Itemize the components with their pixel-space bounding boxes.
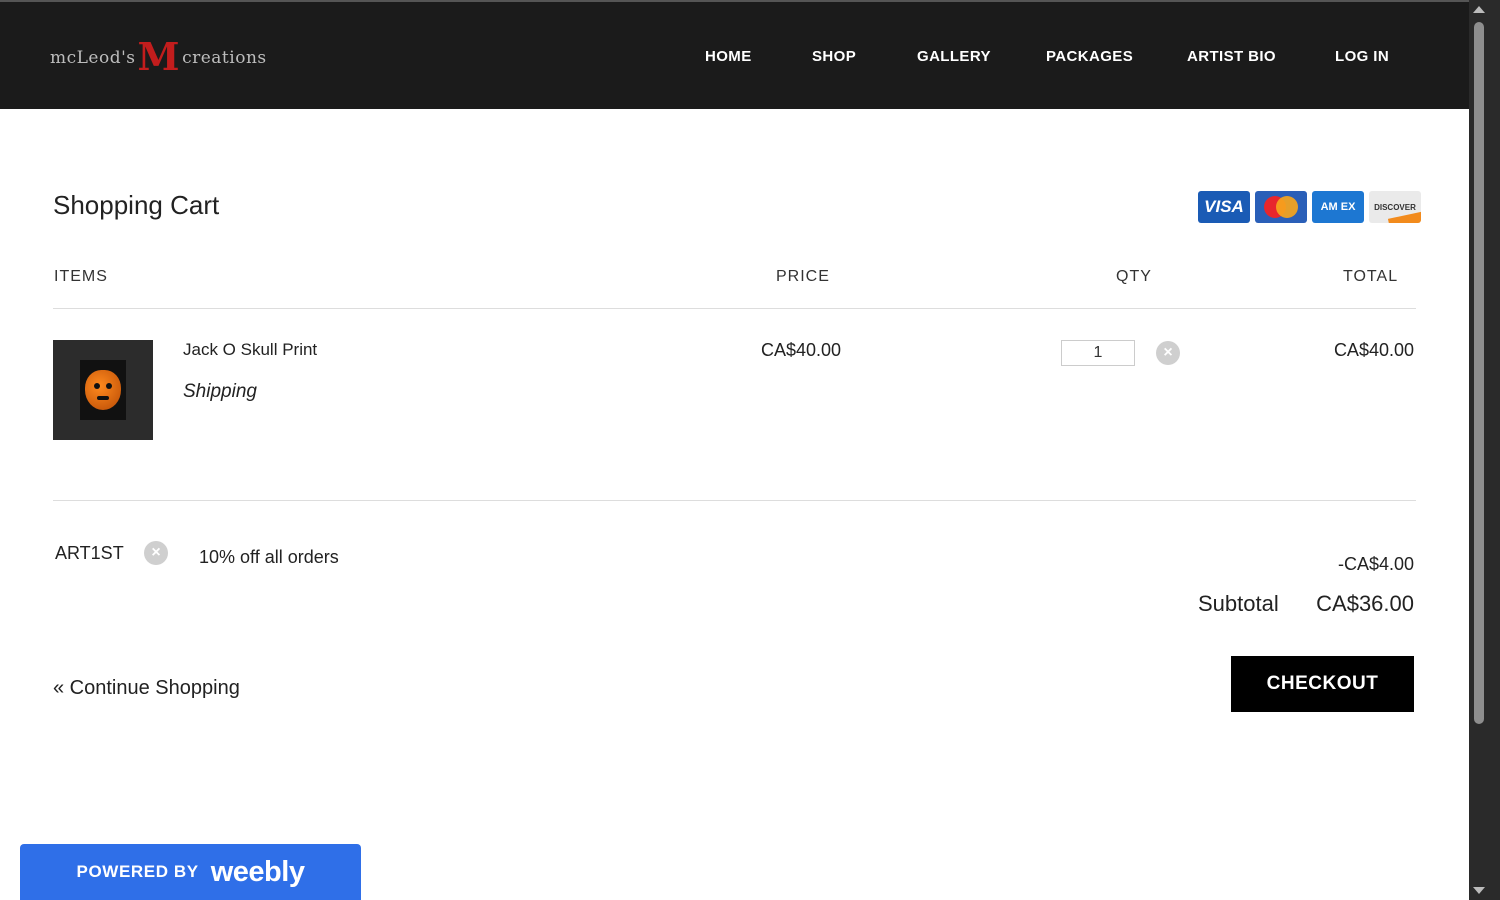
product-name[interactable]: Jack O Skull Print <box>183 340 317 360</box>
nav-log-in[interactable]: LOG IN <box>1335 48 1389 65</box>
payment-cards: VISA AM EX DISCOVER <box>1198 191 1421 223</box>
subtotal-value: CA$36.00 <box>1316 591 1414 616</box>
amex-label: AM EX <box>1320 201 1356 213</box>
coupon-code: ART1ST <box>55 543 124 563</box>
nav-artist-bio[interactable]: ARTIST BIO <box>1187 48 1276 65</box>
checkout-button[interactable]: CHECKOUT <box>1231 656 1414 712</box>
powered-by-label: POWERED BY <box>76 862 199 881</box>
mastercard-card-icon <box>1255 191 1307 223</box>
nav-packages[interactable]: PACKAGES <box>1046 48 1133 65</box>
scrollbar-thumb[interactable] <box>1474 22 1484 724</box>
scroll-down-arrow-icon[interactable] <box>1473 887 1485 894</box>
column-header-qty: QTY <box>1116 268 1152 285</box>
column-header-items: ITEMS <box>54 268 108 285</box>
column-header-price: PRICE <box>776 268 830 285</box>
discount-amount: -CA$4.00 <box>1337 554 1414 574</box>
nav-shop[interactable]: SHOP <box>812 48 856 65</box>
visa-card-icon: VISA <box>1198 191 1250 223</box>
column-header-total: TOTAL <box>1343 268 1399 285</box>
site-logo[interactable]: mcLeod's M creations <box>50 33 266 80</box>
subtotal-label: Subtotal <box>1198 591 1279 616</box>
remove-coupon-icon[interactable]: × <box>144 541 168 565</box>
visa-label: VISA <box>1204 197 1244 216</box>
product-option: Shipping <box>183 381 257 402</box>
logo-text-pre: mcLeod's <box>50 48 136 68</box>
remove-item-icon[interactable]: × <box>1156 341 1180 365</box>
product-thumbnail[interactable] <box>53 340 153 440</box>
continue-shopping-link[interactable]: « Continue Shopping <box>53 677 240 700</box>
site-header: mcLeod's M creations HOME SHOP GALLERY P… <box>0 0 1469 109</box>
coupon-description: 10% off all orders <box>199 547 339 567</box>
divider <box>53 500 1416 501</box>
page-title: Shopping Cart <box>53 190 220 220</box>
powered-by-weebly-badge[interactable]: POWERED BY weebly <box>20 844 361 900</box>
scroll-up-arrow-icon[interactable] <box>1473 6 1485 13</box>
logo-text-m: M <box>137 33 181 79</box>
weebly-logo: weebly <box>210 855 305 888</box>
pumpkin-skull-icon <box>85 370 121 410</box>
discover-card-icon: DISCOVER <box>1369 191 1421 223</box>
amex-card-icon: AM EX <box>1312 191 1364 223</box>
line-total: CA$40.00 <box>1333 340 1414 360</box>
discover-label: DISCOVER <box>1374 202 1416 212</box>
nav-gallery[interactable]: GALLERY <box>917 48 991 65</box>
nav-home[interactable]: HOME <box>705 48 752 65</box>
divider <box>53 308 1416 309</box>
scrollbar[interactable] <box>1469 0 1500 900</box>
logo-text-post: creations <box>182 48 267 68</box>
product-price: CA$40.00 <box>761 340 842 360</box>
quantity-input[interactable] <box>1061 340 1135 366</box>
